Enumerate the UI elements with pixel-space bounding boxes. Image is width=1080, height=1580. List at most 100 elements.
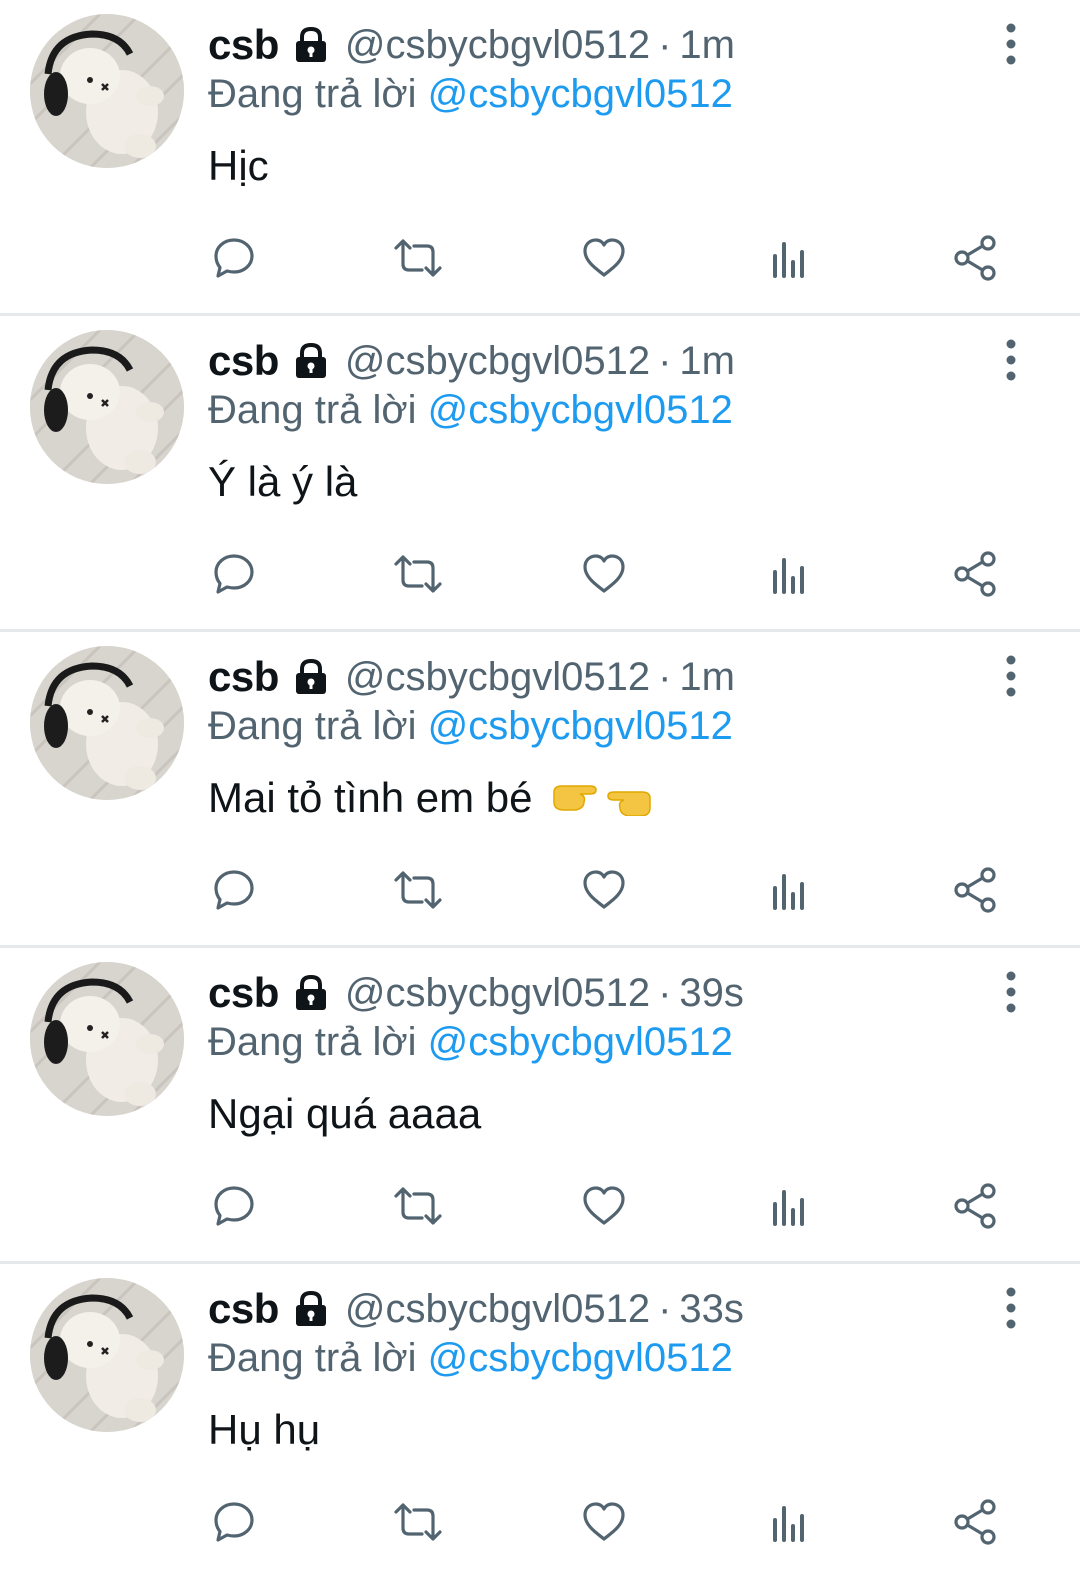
tweet-feed: csb @csbycbgvl0512 · 1m Đang trả lời @cs… xyxy=(0,0,1080,1580)
heart-icon xyxy=(583,870,625,909)
views-icon xyxy=(773,1506,804,1542)
replying-to-handle[interactable]: @csbycbgvl0512 xyxy=(428,388,733,432)
avatar[interactable] xyxy=(30,646,184,800)
lock-icon xyxy=(291,341,331,381)
replying-to: Đang trả lời @csbycbgvl0512 xyxy=(208,1336,733,1381)
tweet[interactable]: csb @csbycbgvl0512 · 1m Đang trả lời @cs… xyxy=(0,316,1080,632)
replying-to-handle[interactable]: @csbycbgvl0512 xyxy=(428,1336,733,1380)
separator-dot: · xyxy=(658,22,672,67)
views-button[interactable] xyxy=(760,1176,820,1236)
replying-to-handle[interactable]: @csbycbgvl0512 xyxy=(428,1020,733,1064)
like-button[interactable] xyxy=(574,228,634,288)
retweet-button[interactable] xyxy=(388,1176,448,1236)
share-icon xyxy=(954,1499,996,1545)
separator-dot: · xyxy=(658,338,672,383)
tweet[interactable]: csb @csbycbgvl0512 · 39s Đang trả lời @c… xyxy=(0,948,1080,1264)
tweet-text: Mai tỏ tình em bé xyxy=(208,774,533,821)
share-button[interactable] xyxy=(946,1492,1006,1552)
more-vertical-icon[interactable] xyxy=(996,654,1026,698)
user-handle[interactable]: @csbycbgvl0512 xyxy=(345,339,650,384)
reply-button[interactable] xyxy=(204,1492,264,1552)
replying-to-label: Đang trả lời xyxy=(208,72,417,116)
views-button[interactable] xyxy=(760,1492,820,1552)
lock-icon xyxy=(291,657,331,697)
retweet-icon xyxy=(394,239,442,277)
more-vertical-icon[interactable] xyxy=(996,338,1026,382)
views-icon xyxy=(773,1190,804,1226)
share-icon xyxy=(954,235,996,281)
display-name[interactable]: csb xyxy=(208,653,279,701)
share-button[interactable] xyxy=(946,860,1006,920)
heart-icon xyxy=(583,238,625,277)
share-button[interactable] xyxy=(946,544,1006,604)
tweet[interactable]: csb @csbycbgvl0512 · 1m Đang trả lời @cs… xyxy=(0,632,1080,948)
separator-dot: · xyxy=(658,1286,672,1331)
replying-to-label: Đang trả lời xyxy=(208,704,417,748)
replying-to: Đang trả lời @csbycbgvl0512 xyxy=(208,1020,733,1065)
heart-icon xyxy=(583,1186,625,1225)
replying-to: Đang trả lời @csbycbgvl0512 xyxy=(208,704,733,749)
lock-icon xyxy=(291,1289,331,1329)
retweet-button[interactable] xyxy=(388,1492,448,1552)
views-icon xyxy=(773,874,804,910)
replying-to-label: Đang trả lời xyxy=(208,1336,417,1380)
views-button[interactable] xyxy=(760,228,820,288)
retweet-icon xyxy=(394,1187,442,1225)
lock-icon xyxy=(291,25,331,65)
tweet[interactable]: csb @csbycbgvl0512 · 1m Đang trả lời @cs… xyxy=(0,0,1080,316)
display-name[interactable]: csb xyxy=(208,21,279,69)
like-button[interactable] xyxy=(574,544,634,604)
more-vertical-icon[interactable] xyxy=(996,1286,1026,1330)
tweet-header: csb @csbycbgvl0512 · 39s xyxy=(208,966,744,1020)
user-handle[interactable]: @csbycbgvl0512 xyxy=(345,971,650,1016)
display-name[interactable]: csb xyxy=(208,1285,279,1333)
reply-icon xyxy=(214,238,254,278)
avatar[interactable] xyxy=(30,962,184,1116)
avatar[interactable] xyxy=(30,14,184,168)
timestamp[interactable]: 1m xyxy=(679,339,735,384)
share-icon xyxy=(954,1183,996,1229)
tweet-header: csb @csbycbgvl0512 · 1m xyxy=(208,650,735,704)
reply-button[interactable] xyxy=(204,1176,264,1236)
action-bar xyxy=(0,860,1080,920)
views-button[interactable] xyxy=(760,860,820,920)
reply-button[interactable] xyxy=(204,544,264,604)
more-vertical-icon[interactable] xyxy=(996,970,1026,1014)
timestamp[interactable]: 39s xyxy=(679,971,744,1016)
display-name[interactable]: csb xyxy=(208,337,279,385)
avatar[interactable] xyxy=(30,1278,184,1432)
reply-icon xyxy=(214,554,254,594)
user-handle[interactable]: @csbycbgvl0512 xyxy=(345,1287,650,1332)
views-button[interactable] xyxy=(760,544,820,604)
like-button[interactable] xyxy=(574,1176,634,1236)
timestamp[interactable]: 1m xyxy=(679,655,735,700)
user-handle[interactable]: @csbycbgvl0512 xyxy=(345,655,650,700)
retweet-button[interactable] xyxy=(388,860,448,920)
retweet-icon xyxy=(394,871,442,909)
retweet-button[interactable] xyxy=(388,544,448,604)
timestamp[interactable]: 33s xyxy=(679,1287,744,1332)
tweet[interactable]: csb @csbycbgvl0512 · 33s Đang trả lời @c… xyxy=(0,1264,1080,1580)
retweet-button[interactable] xyxy=(388,228,448,288)
user-handle[interactable]: @csbycbgvl0512 xyxy=(345,23,650,68)
replying-to: Đang trả lời @csbycbgvl0512 xyxy=(208,72,733,117)
reply-button[interactable] xyxy=(204,228,264,288)
share-icon xyxy=(954,867,996,913)
like-button[interactable] xyxy=(574,860,634,920)
tweet-header: csb @csbycbgvl0512 · 1m xyxy=(208,18,735,72)
like-button[interactable] xyxy=(574,1492,634,1552)
share-icon xyxy=(954,551,996,597)
avatar[interactable] xyxy=(30,330,184,484)
timestamp[interactable]: 1m xyxy=(679,23,735,68)
share-button[interactable] xyxy=(946,1176,1006,1236)
tweet-text: Hịc xyxy=(208,142,269,189)
replying-to-handle[interactable]: @csbycbgvl0512 xyxy=(428,72,733,116)
retweet-icon xyxy=(394,555,442,593)
reply-button[interactable] xyxy=(204,860,264,920)
tweet-text: Hụ hụ xyxy=(208,1406,321,1453)
share-button[interactable] xyxy=(946,228,1006,288)
action-bar xyxy=(0,1176,1080,1236)
replying-to-handle[interactable]: @csbycbgvl0512 xyxy=(428,704,733,748)
more-vertical-icon[interactable] xyxy=(996,22,1026,66)
display-name[interactable]: csb xyxy=(208,969,279,1017)
